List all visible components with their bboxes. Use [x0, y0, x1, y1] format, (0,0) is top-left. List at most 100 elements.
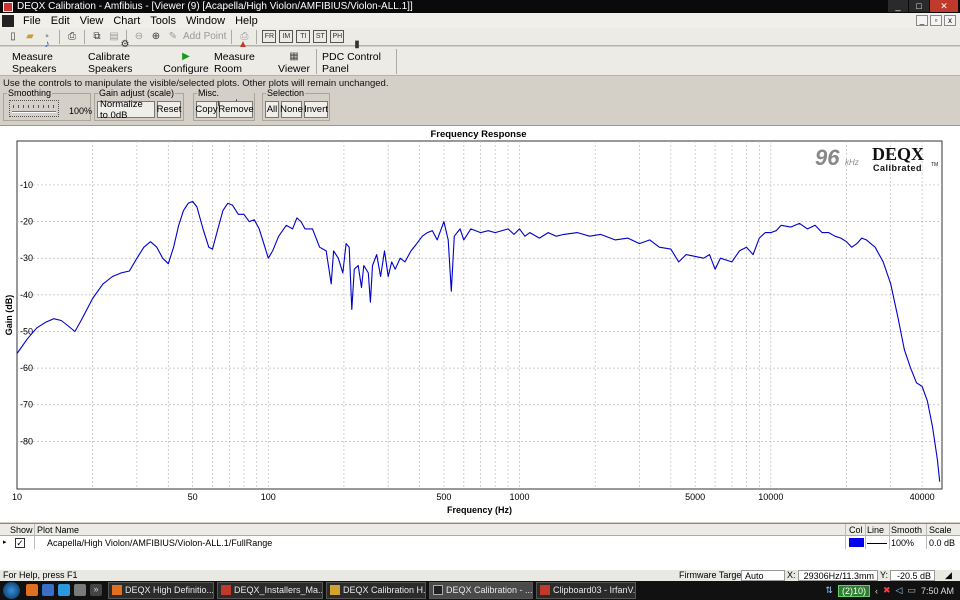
menu-view[interactable]: View: [75, 15, 109, 27]
y-tick-label: -10: [20, 180, 33, 190]
smoothing-slider[interactable]: [9, 100, 59, 117]
explorer-icon[interactable]: [42, 584, 54, 596]
viewer-button[interactable]: ▦ Viewer: [278, 49, 310, 75]
menu-tools[interactable]: Tools: [145, 15, 181, 27]
app-icon: [3, 1, 13, 12]
print-icon[interactable]: ⎙: [65, 30, 79, 43]
mdi-controls: _ ▫ x: [916, 15, 956, 26]
mdi-close-button[interactable]: x: [944, 15, 956, 26]
help-icon: [330, 585, 340, 595]
show-checkbox[interactable]: ✓: [15, 538, 25, 548]
start-button[interactable]: [3, 582, 20, 599]
menu-bar: File Edit View Chart Tools Window Help _…: [0, 13, 960, 28]
header-plot-name[interactable]: Plot Name: [37, 525, 79, 535]
pdc-icon: ▮: [354, 39, 360, 50]
menu-file[interactable]: File: [18, 15, 46, 27]
smoothing-group: Smoothing 100%: [3, 88, 92, 121]
freq-icon[interactable]: FR: [262, 30, 277, 43]
y-label: Y:: [880, 570, 889, 580]
task-deqx-installers[interactable]: DEQX_Installers_Ma...: [217, 582, 323, 599]
badge-sub: Calibrated: [873, 163, 922, 173]
x-tick-label: 1000: [510, 492, 530, 502]
header-scale[interactable]: Scale: [929, 525, 952, 535]
x-tick-label: 5000: [685, 492, 705, 502]
step-icon[interactable]: ST: [313, 30, 328, 43]
frequency-response-chart[interactable]: -10-20-30-40-50-60-70-8010 50 100 500 1000 50…: [0, 126, 960, 523]
x-value: 29306Hz/11.3mm: [798, 570, 878, 581]
language-indicator[interactable]: (2)10): [837, 584, 870, 597]
menu-edit[interactable]: Edit: [46, 15, 75, 27]
chevron-left-icon[interactable]: ‹: [875, 586, 878, 596]
close-button[interactable]: ✕: [930, 0, 958, 12]
minimize-button[interactable]: _: [888, 0, 908, 12]
display-icon[interactable]: ▭: [907, 585, 916, 596]
copy-icon[interactable]: ⧉: [90, 30, 104, 43]
zoom-in-icon[interactable]: ⊕: [149, 30, 163, 43]
add-point-icon[interactable]: ✎: [166, 30, 180, 43]
impulse-icon[interactable]: IM: [279, 30, 294, 43]
remove-button[interactable]: Remove: [218, 101, 254, 118]
select-all-button[interactable]: All: [265, 101, 279, 118]
security-icon[interactable]: ✖: [883, 585, 891, 596]
open-icon[interactable]: ▰: [23, 30, 37, 43]
zoom-out-icon[interactable]: ⊖: [132, 30, 146, 43]
header-show[interactable]: Show: [10, 525, 33, 535]
phase-icon[interactable]: PH: [330, 30, 345, 43]
mdi-minimize-button[interactable]: _: [916, 15, 928, 26]
time-icon[interactable]: TI: [296, 30, 311, 43]
status-bar: For Help, press F1 Firmware Target: Auto…: [0, 570, 960, 581]
x-tick-label: 10: [12, 492, 22, 502]
standard-toolbar: ▯ ▰ ▪ ⎙ ⧉ ▤ ⊖ ⊕ ✎ Add Point ⎙ FR IM TI S…: [0, 28, 960, 46]
plot-color-swatch[interactable]: [849, 538, 864, 547]
mdi-restore-button[interactable]: ▫: [930, 15, 942, 26]
ie-icon[interactable]: [58, 584, 70, 596]
pdc-control-panel-button[interactable]: ▮ PDC Control Panel: [322, 39, 392, 75]
y-value: -20.5 dB: [890, 570, 935, 581]
invert-selection-button[interactable]: Invert: [304, 101, 328, 118]
x-tick-label: 40000: [910, 492, 935, 502]
reset-button[interactable]: Reset: [157, 101, 181, 118]
header-line[interactable]: Line: [867, 525, 884, 535]
x-tick-label: 10000: [758, 492, 783, 502]
x-axis-label: Frequency (Hz): [447, 505, 512, 515]
table-row[interactable]: ▸ Acapella/High Violon/AMFIBIUS/Violon-A…: [0, 537, 960, 549]
clock[interactable]: 7:50 AM: [921, 586, 954, 596]
irfanview-icon: [540, 585, 550, 595]
deqx-logo-icon: [2, 14, 14, 27]
measure-room-button[interactable]: ▲ Measure Room: [214, 39, 272, 75]
task-deqx-calibration[interactable]: DEQX Calibration - ...: [429, 582, 533, 599]
header-col[interactable]: Col: [849, 525, 863, 535]
copy-button[interactable]: Copy: [195, 101, 218, 118]
desktop-icon[interactable]: [74, 584, 86, 596]
firefox-icon[interactable]: [26, 584, 38, 596]
chart-panel[interactable]: Frequency Response -10 -20 -30 -40 -50 -60 -70…: [0, 125, 960, 522]
plot-line-style[interactable]: [867, 543, 887, 544]
normalize-button[interactable]: Normalize to 0dB: [97, 99, 155, 121]
maximize-button[interactable]: □: [909, 0, 929, 12]
new-icon[interactable]: ▯: [6, 30, 20, 43]
firmware-value: Auto: [741, 570, 785, 581]
header-smooth[interactable]: Smooth: [891, 525, 922, 535]
y-tick-label: -80: [20, 436, 33, 446]
menu-help[interactable]: Help: [230, 15, 263, 27]
hint-text: Use the controls to manipulate the visib…: [3, 78, 389, 89]
network-icon[interactable]: ⇅: [825, 585, 833, 596]
measure-speakers-button[interactable]: ♪ Measure Speakers: [12, 39, 82, 75]
resize-grip-icon[interactable]: ◢: [945, 570, 952, 581]
task-clipboard[interactable]: Clipboard03 - IrfanV...: [536, 582, 636, 599]
misc-commands-group: Misc. commands Copy Remove: [193, 88, 255, 121]
configure-button[interactable]: ▶ Configure: [163, 49, 209, 75]
room-icon: ▲: [238, 39, 248, 50]
menu-chart[interactable]: Chart: [108, 15, 145, 27]
plot-smooth: 100%: [891, 538, 915, 548]
y-tick-label: -60: [20, 363, 33, 373]
task-deqx-high-def[interactable]: DEQX High Definitio...: [108, 582, 214, 599]
task-deqx-help[interactable]: DEQX Calibration H...: [326, 582, 426, 599]
menu-window[interactable]: Window: [181, 15, 230, 27]
add-point-button[interactable]: Add Point: [183, 31, 226, 42]
calibrate-speakers-button[interactable]: ⚙ Calibrate Speakers: [88, 39, 162, 75]
volume-icon[interactable]: ◁: [896, 585, 903, 596]
chevron-right-icon[interactable]: »: [90, 584, 102, 596]
select-none-button[interactable]: None: [280, 101, 303, 118]
window-controls: _ □ ✕: [888, 0, 958, 12]
